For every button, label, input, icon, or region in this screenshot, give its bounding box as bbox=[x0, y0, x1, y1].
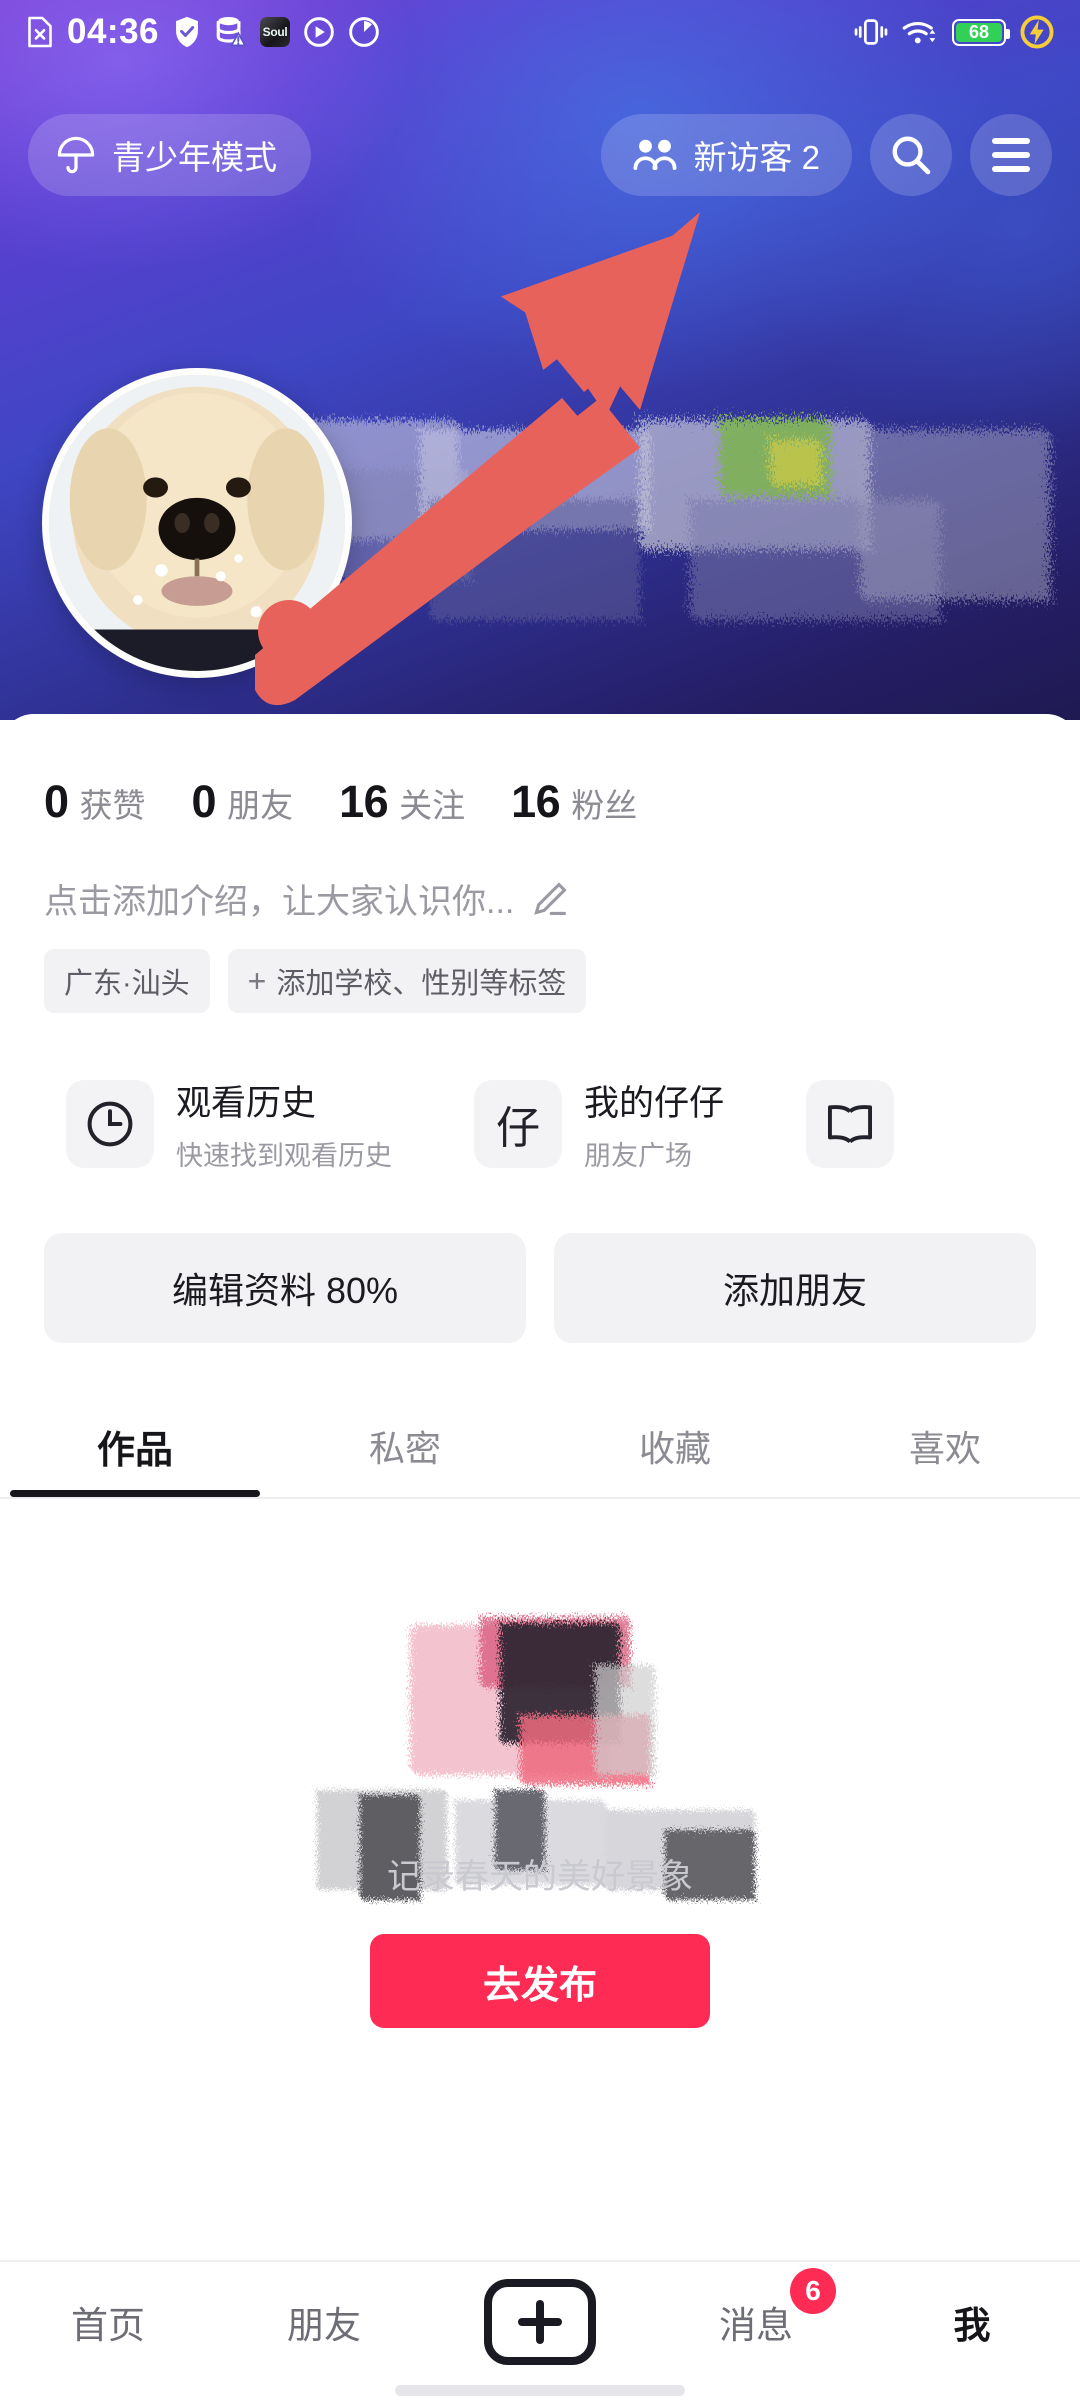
tab-collections[interactable]: 收藏 bbox=[540, 1420, 810, 1472]
menu-button[interactable] bbox=[970, 114, 1052, 196]
card-third-partial[interactable] bbox=[784, 1053, 929, 1195]
stat-label: 粉丝 bbox=[571, 787, 638, 824]
card-title: 我的仔仔 bbox=[584, 1084, 725, 1123]
profile-tags: 广东·汕头 + 添加学校、性别等标签 bbox=[0, 923, 1080, 1013]
new-visitors-button[interactable]: 新访客 2 bbox=[601, 114, 852, 196]
tab-works[interactable]: 作品 bbox=[0, 1419, 270, 1474]
tag-label: 添加学校、性别等标签 bbox=[276, 968, 567, 1000]
two-people-icon bbox=[633, 139, 677, 171]
nav-item-friends[interactable]: 朋友 bbox=[216, 2284, 432, 2360]
message-badge: 6 bbox=[790, 2268, 836, 2314]
status-bar-right: 68 bbox=[854, 15, 1054, 49]
edit-profile-button[interactable]: 编辑资料 80% bbox=[44, 1233, 526, 1343]
umbrella-icon bbox=[57, 136, 95, 174]
soul-app-icon: Soul bbox=[260, 17, 291, 47]
nav-item-me[interactable]: 我 bbox=[864, 2284, 1080, 2360]
profile-top-bar: 青少年模式 新访客 2 bbox=[0, 100, 1080, 210]
profile-screen: 04:36 Soul 68 青少年模式 新访客 2 0 获赞 0 朋友 16 关… bbox=[0, 0, 1080, 2408]
search-icon bbox=[892, 136, 931, 175]
card-text: 我的仔仔 朋友广场 bbox=[584, 1075, 724, 1173]
tag-add-more[interactable]: + 添加学校、性别等标签 bbox=[227, 949, 587, 1013]
zai-character-icon: 仔 bbox=[474, 1080, 562, 1168]
stat-value: 16 bbox=[511, 776, 561, 827]
bio-placeholder: 点击添加介绍，让大家认识你... bbox=[44, 883, 515, 921]
stat-value: 16 bbox=[339, 776, 389, 827]
stat-value: 0 bbox=[191, 776, 217, 827]
plus-icon: + bbox=[247, 963, 267, 999]
tag-location[interactable]: 广东·汕头 bbox=[44, 949, 210, 1013]
stat-friends[interactable]: 0 朋友 bbox=[192, 776, 294, 828]
youth-mode-label: 青少年模式 bbox=[112, 139, 277, 176]
shield-check-icon bbox=[176, 16, 198, 48]
pencil-icon bbox=[534, 881, 567, 915]
speedometer-icon bbox=[349, 17, 379, 47]
nav-item-create[interactable] bbox=[432, 2279, 648, 2365]
avatar[interactable] bbox=[42, 368, 352, 678]
nav-item-home[interactable]: 首页 bbox=[0, 2284, 216, 2360]
status-bar-left: 04:36 Soul bbox=[26, 12, 380, 52]
stat-likes[interactable]: 0 获赞 bbox=[44, 776, 146, 828]
wifi-icon bbox=[902, 21, 936, 44]
stat-label: 获赞 bbox=[79, 787, 146, 824]
profile-actions: 编辑资料 80% 添加朋友 bbox=[0, 1195, 1080, 1343]
profile-tabs: 作品 私密 收藏 喜欢 bbox=[0, 1395, 1080, 1499]
stat-label: 朋友 bbox=[227, 787, 294, 824]
tag-label: 广东·汕头 bbox=[64, 968, 190, 1000]
open-book-icon bbox=[806, 1080, 895, 1168]
youth-mode-button[interactable]: 青少年模式 bbox=[28, 114, 311, 196]
tab-active-underline bbox=[10, 1490, 260, 1497]
play-circle-icon bbox=[304, 17, 334, 47]
new-visitors-label: 新访客 2 bbox=[693, 139, 820, 176]
status-bar: 04:36 Soul 68 bbox=[0, 0, 1080, 64]
stat-label: 关注 bbox=[399, 787, 466, 824]
clock-icon bbox=[66, 1080, 154, 1168]
profile-sheet: 0 获赞 0 朋友 16 关注 16 粉丝 点击添加介绍，让大家认识你... 广… bbox=[0, 714, 1080, 2308]
empty-state: 记录春天的美好景象 去发布 bbox=[0, 1499, 1080, 2028]
flash-charge-icon bbox=[1020, 15, 1054, 49]
stat-value: 0 bbox=[44, 776, 69, 827]
tab-private[interactable]: 私密 bbox=[270, 1420, 540, 1472]
hamburger-menu-icon bbox=[992, 138, 1030, 172]
card-text: 观看历史 快速找到观看历史 bbox=[176, 1075, 392, 1173]
stat-following[interactable]: 16 关注 bbox=[339, 776, 465, 828]
home-indicator bbox=[395, 2385, 685, 2396]
avatar-image bbox=[49, 375, 345, 671]
nav-item-label: 消息 bbox=[719, 2305, 793, 2346]
card-subtitle: 朋友广场 bbox=[584, 1141, 692, 1171]
nav-item-messages[interactable]: 消息 6 bbox=[648, 2268, 864, 2360]
add-friend-button[interactable]: 添加朋友 bbox=[554, 1233, 1036, 1343]
battery-icon: 68 bbox=[952, 18, 1010, 46]
empty-state-caption: 记录春天的美好景象 bbox=[387, 1858, 693, 1896]
no-sim-icon bbox=[28, 16, 52, 48]
tab-likes[interactable]: 喜欢 bbox=[810, 1420, 1080, 1472]
shortcut-cards: 观看历史 快速找到观看历史 仔 我的仔仔 朋友广场 bbox=[0, 1013, 1080, 1195]
card-title: 观看历史 bbox=[176, 1084, 317, 1123]
profile-stats: 0 获赞 0 朋友 16 关注 16 粉丝 bbox=[0, 714, 1080, 828]
stat-fans[interactable]: 16 粉丝 bbox=[511, 776, 637, 828]
search-button[interactable] bbox=[870, 114, 952, 196]
card-watch-history[interactable]: 观看历史 快速找到观看历史 bbox=[44, 1053, 426, 1195]
card-subtitle: 快速找到观看历史 bbox=[176, 1141, 392, 1171]
database-warning-icon bbox=[216, 16, 247, 47]
status-bar-time: 04:36 bbox=[67, 12, 160, 51]
bottom-nav: 首页 朋友 消息 6 我 bbox=[0, 2260, 1080, 2408]
vibrate-icon bbox=[854, 19, 888, 45]
battery-level: 68 bbox=[968, 21, 990, 42]
card-my-zaizai[interactable]: 仔 我的仔仔 朋友广场 bbox=[452, 1053, 759, 1195]
bio-row[interactable]: 点击添加介绍，让大家认识你... bbox=[0, 828, 1080, 923]
plus-icon bbox=[484, 2279, 596, 2365]
go-publish-button[interactable]: 去发布 bbox=[370, 1934, 710, 2028]
